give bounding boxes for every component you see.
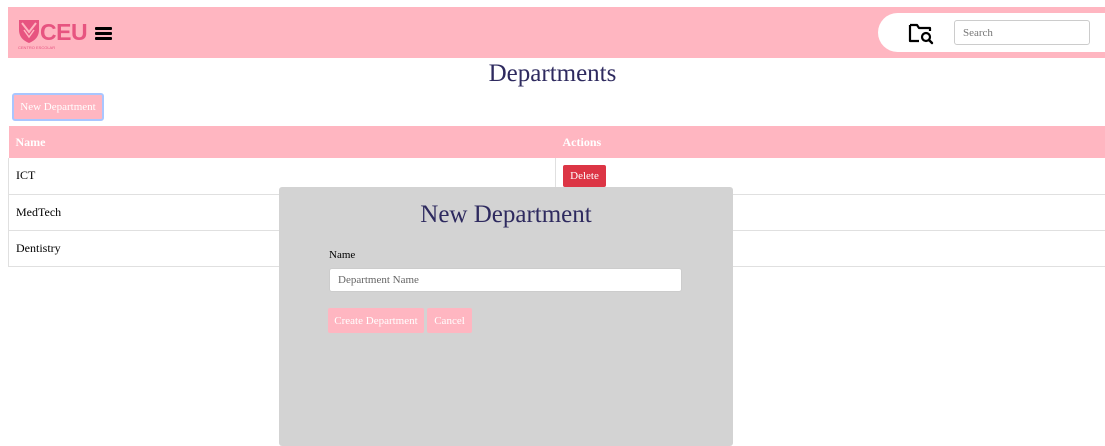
new-department-button[interactable]: New Department <box>12 93 104 121</box>
table-header-row: Name Actions <box>8 126 1105 158</box>
department-name-input[interactable] <box>329 268 682 292</box>
new-department-modal: New Department Name Create Department Ca… <box>279 187 733 446</box>
shield-logo-icon <box>19 20 39 43</box>
folder-search-icon[interactable] <box>908 21 934 45</box>
logo-text: CEU <box>40 19 88 45</box>
name-field-label: Name <box>329 249 356 261</box>
column-header-name: Name <box>8 126 556 158</box>
search-input[interactable] <box>954 20 1090 45</box>
hamburger-menu-icon[interactable] <box>95 27 112 40</box>
create-department-button[interactable]: Create Department <box>328 308 424 333</box>
cancel-button[interactable]: Cancel <box>427 308 472 333</box>
modal-title: New Department <box>420 201 592 228</box>
column-header-actions: Actions <box>555 126 1105 158</box>
page-title: Departments <box>488 60 617 87</box>
search-area <box>878 13 1105 52</box>
delete-button[interactable]: Delete <box>563 164 606 187</box>
ceu-logo[interactable]: CEU CENTRO ESCOLAR <box>18 18 88 50</box>
top-navbar: CEU CENTRO ESCOLAR <box>8 7 1105 58</box>
logo-subtext: CENTRO ESCOLAR <box>18 45 56 50</box>
